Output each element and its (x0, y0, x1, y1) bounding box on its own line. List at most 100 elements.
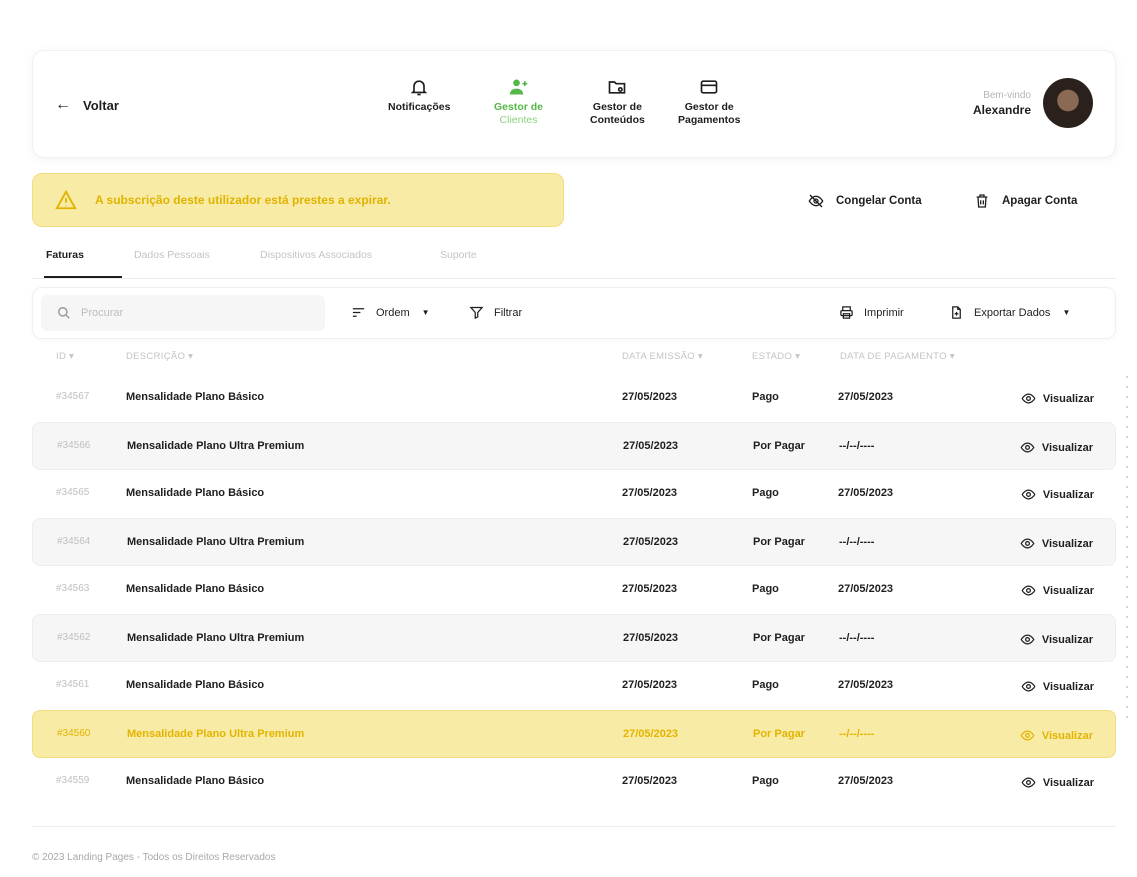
avatar[interactable] (1043, 78, 1093, 128)
invoice-id: #34559 (56, 775, 90, 786)
payment-date: 27/05/2023 (838, 583, 894, 595)
nav-label: Pagamentos (678, 114, 741, 126)
search-icon (58, 307, 70, 319)
export-label: Exportar Dados (974, 306, 1051, 319)
credit-card-icon (700, 80, 718, 94)
issue-date: 27/05/2023 (623, 728, 679, 740)
delete-label: Apagar Conta (1002, 195, 1078, 207)
scrollbar[interactable] (1126, 376, 1128, 726)
export-button[interactable]: Exportar Dados ▼ (949, 305, 1070, 320)
column-header-description[interactable]: DESCRIÇÃO ▾ (126, 351, 193, 362)
print-button[interactable]: Imprimir (839, 305, 904, 320)
view-label: Visualizar (1042, 584, 1094, 597)
arrow-left-icon: ← (55, 96, 71, 113)
table-row[interactable]: #34563 Mensalidade Plano Básico 27/05/2023… (32, 566, 1116, 614)
nav-gestor-clientes[interactable]: Gestor de Clientes (494, 77, 543, 127)
payment-state: Por Pagar (753, 728, 805, 740)
view-label: Visualizar (1041, 441, 1093, 454)
nav-gestor-conteudos[interactable]: Gestor de Conteúdos (590, 77, 645, 127)
table-row[interactable]: #34560 Mensalidade Plano Ultra Premium 27/… (32, 710, 1116, 758)
payment-state: Por Pagar (753, 440, 805, 452)
eye-icon (1020, 730, 1035, 741)
chevron-down-icon: ▼ (1062, 308, 1071, 317)
alert-text: A subscrição deste utilizador está prest… (95, 193, 391, 207)
table-row[interactable]: #34564 Mensalidade Plano Ultra Premium 27/… (32, 518, 1116, 566)
view-label: Visualizar (1041, 537, 1093, 550)
view-invoice-button[interactable]: Visualizar (1020, 440, 1093, 455)
view-invoice-button[interactable]: Visualizar (1021, 583, 1094, 598)
nav-gestor-pagamentos[interactable]: Gestor de Pagamentos (678, 77, 740, 127)
nav-label: Gestor de (494, 101, 544, 113)
table-row[interactable]: #34561 Mensalidade Plano Básico 27/05/2023… (32, 662, 1116, 710)
tab-dados-pessoais[interactable]: Dados Pessoais (134, 249, 210, 261)
tab-suporte[interactable]: Suporte (440, 249, 477, 261)
back-button[interactable]: ← Voltar (55, 96, 119, 114)
tab-dispositivos[interactable]: Dispositivos Associados (260, 249, 372, 261)
invoice-description: Mensalidade Plano Básico (126, 679, 265, 691)
view-invoice-button[interactable]: Visualizar (1021, 775, 1094, 790)
invoice-description: Mensalidade Plano Ultra Premium (127, 632, 305, 644)
invoice-description: Mensalidade Plano Básico (126, 487, 265, 499)
table-row[interactable]: #34559 Mensalidade Plano Básico 27/05/2023… (32, 758, 1116, 806)
view-invoice-button[interactable]: Visualizar (1020, 728, 1093, 743)
invoice-description: Mensalidade Plano Ultra Premium (127, 440, 305, 452)
invoice-id: #34565 (56, 487, 90, 498)
eye-icon (1021, 489, 1036, 500)
issue-date: 27/05/2023 (623, 632, 679, 644)
folder-icon (609, 81, 626, 94)
payment-state: Por Pagar (753, 632, 805, 644)
invoice-description: Mensalidade Plano Ultra Premium (127, 536, 305, 548)
tab-faturas[interactable]: Faturas (46, 249, 84, 261)
view-invoice-button[interactable]: Visualizar (1021, 391, 1094, 406)
search-box[interactable] (41, 295, 325, 331)
issue-date: 27/05/2023 (623, 440, 679, 452)
view-invoice-button[interactable]: Visualizar (1021, 487, 1094, 502)
printer-icon (840, 306, 853, 319)
payment-state: Pago (752, 679, 779, 691)
warning-icon (55, 189, 77, 210)
top-header: ← Voltar Notificações Gestor de Clientes… (32, 50, 1116, 158)
payment-state: Pago (752, 583, 779, 595)
view-label: Visualizar (1042, 488, 1094, 501)
invoice-id: #34567 (56, 391, 90, 402)
filter-button[interactable]: Filtrar (469, 305, 522, 320)
eye-icon (1021, 681, 1036, 692)
view-invoice-button[interactable]: Visualizar (1020, 632, 1093, 647)
print-label: Imprimir (864, 306, 904, 319)
chevron-down-icon: ▼ (421, 308, 430, 317)
payment-date: 27/05/2023 (838, 487, 894, 499)
issue-date: 27/05/2023 (622, 487, 678, 499)
invoice-id: #34561 (56, 679, 90, 690)
table-row[interactable]: #34562 Mensalidade Plano Ultra Premium 27/… (32, 614, 1116, 662)
user-info[interactable]: Bem-vindo Alexandre (973, 78, 1093, 128)
invoice-id: #34560 (57, 728, 91, 739)
nav-notificacoes[interactable]: Notificações (388, 77, 450, 114)
payment-date: 27/05/2023 (838, 775, 894, 787)
view-label: Visualizar (1041, 729, 1093, 742)
view-invoice-button[interactable]: Visualizar (1020, 536, 1093, 551)
eye-icon (1020, 538, 1035, 549)
table-row[interactable]: #34565 Mensalidade Plano Básico 27/05/2023… (32, 470, 1116, 518)
file-export-icon (952, 306, 961, 319)
order-button[interactable]: Ordem ▼ (351, 305, 430, 320)
issue-date: 27/05/2023 (622, 583, 678, 595)
view-invoice-button[interactable]: Visualizar (1021, 679, 1094, 694)
column-header-issue-date[interactable]: DATA EMISSÃO ▾ (622, 351, 703, 362)
column-header-state[interactable]: ESTADO ▾ (752, 351, 800, 362)
freeze-account-button[interactable]: Congelar Conta (808, 193, 922, 209)
search-input[interactable] (81, 307, 301, 319)
nav-label: Conteúdos (590, 114, 645, 126)
table-row[interactable]: #34567 Mensalidade Plano Básico 27/05/2023… (32, 374, 1116, 422)
issue-date: 27/05/2023 (622, 775, 678, 787)
welcome-text: Bem-vindo (983, 89, 1031, 101)
nav-label: Notificações (388, 101, 451, 113)
freeze-label: Congelar Conta (836, 195, 922, 207)
column-header-payment-date[interactable]: DATA DE PAGAMENTO ▾ (840, 351, 955, 362)
table-row[interactable]: #34566 Mensalidade Plano Ultra Premium 27/… (32, 422, 1116, 470)
delete-account-button[interactable]: Apagar Conta (974, 193, 1077, 209)
column-header-id[interactable]: ID ▾ (56, 351, 74, 362)
eye-icon (1021, 777, 1036, 788)
view-label: Visualizar (1042, 680, 1094, 693)
invoice-id: #34562 (57, 632, 91, 643)
payment-state: Pago (752, 775, 779, 787)
